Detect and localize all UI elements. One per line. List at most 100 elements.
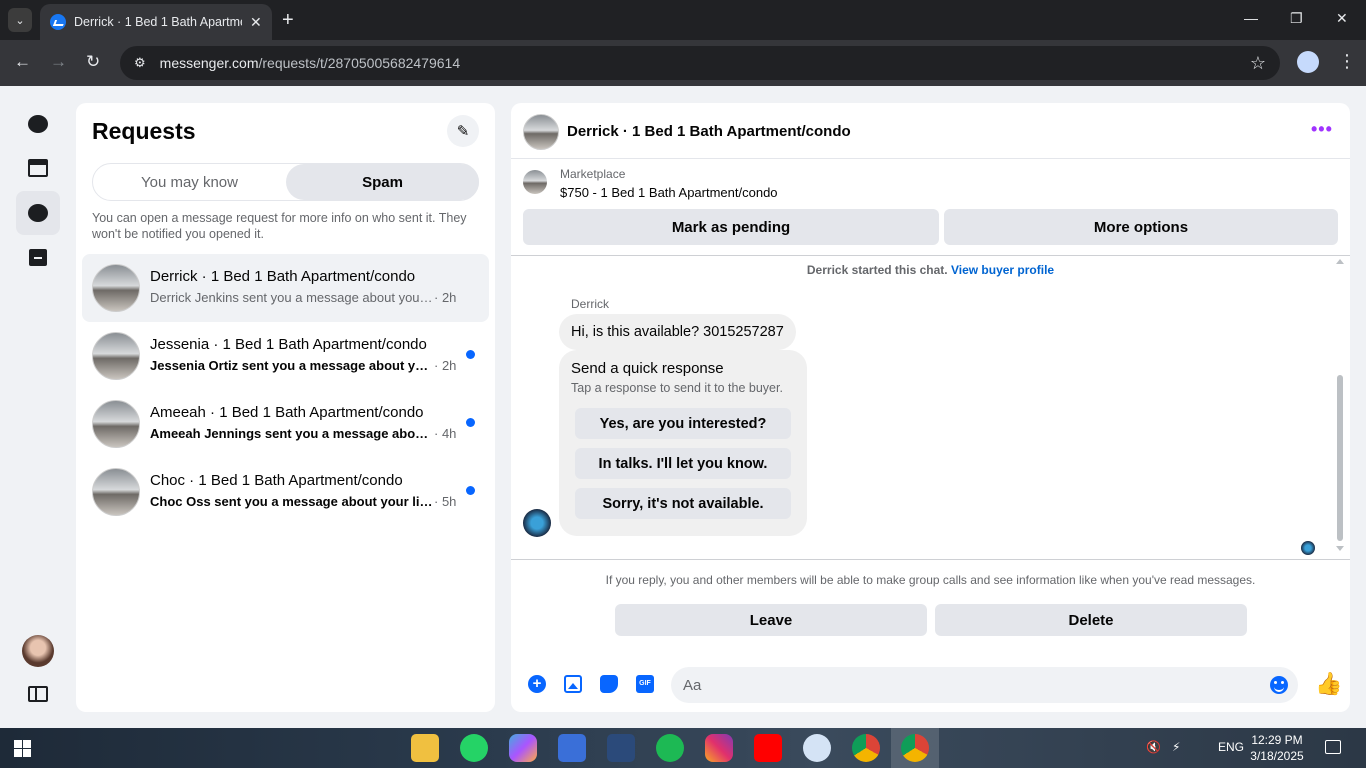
store-icon bbox=[28, 159, 48, 177]
tab-spam[interactable]: Spam bbox=[286, 164, 479, 200]
sidebar-toggle-icon[interactable] bbox=[28, 686, 48, 702]
new-message-button[interactable]: ✎ bbox=[447, 115, 479, 147]
marketplace-label: Marketplace bbox=[560, 167, 626, 181]
quick-reply-button[interactable]: In talks. I'll let you know. bbox=[575, 448, 791, 479]
view-buyer-profile-link[interactable]: View buyer profile bbox=[951, 263, 1054, 277]
bookmark-star-icon[interactable]: ☆ bbox=[1250, 53, 1266, 74]
seen-indicator bbox=[1301, 541, 1315, 555]
requests-nav[interactable] bbox=[16, 191, 60, 235]
network-icon[interactable]: ⚡ bbox=[1172, 740, 1180, 754]
language-indicator[interactable]: ENG bbox=[1218, 740, 1244, 754]
listing-thumbnail bbox=[92, 264, 140, 312]
whatsapp-icon[interactable] bbox=[460, 734, 488, 762]
list-item[interactable]: Derrick · 1 Bed 1 Bath Apartment/condo D… bbox=[82, 254, 489, 322]
gif-icon[interactable]: GIF bbox=[636, 675, 654, 693]
restore-icon[interactable]: ❐ bbox=[1290, 10, 1303, 27]
reload-icon[interactable]: ↻ bbox=[86, 52, 100, 72]
copilot-icon[interactable] bbox=[509, 734, 537, 762]
tab-search-button[interactable]: ⌄ bbox=[8, 8, 32, 32]
scroll-down-icon[interactable] bbox=[1336, 546, 1344, 551]
chat-started-note: Derrick started this chat. View buyer pr… bbox=[511, 263, 1350, 277]
image-icon[interactable] bbox=[564, 675, 582, 693]
request-tabs: You may know Spam bbox=[92, 163, 479, 201]
store-app-icon[interactable] bbox=[558, 734, 586, 762]
sender-name: Derrick bbox=[571, 297, 609, 311]
clock-time: 12:29 PM bbox=[1251, 733, 1303, 747]
archive-nav[interactable] bbox=[16, 235, 60, 279]
left-rail bbox=[0, 86, 76, 728]
chrome-icon[interactable] bbox=[852, 734, 880, 762]
site-info-icon[interactable]: ⚙ bbox=[134, 55, 146, 71]
scrollbar[interactable] bbox=[1333, 255, 1345, 557]
listing-thumbnail bbox=[92, 332, 140, 380]
profile-avatar[interactable] bbox=[1297, 51, 1319, 73]
emoji-icon[interactable] bbox=[1270, 676, 1288, 694]
plus-icon[interactable]: + bbox=[528, 675, 546, 693]
avatar[interactable] bbox=[523, 114, 559, 150]
listing-thumbnail[interactable] bbox=[523, 170, 547, 194]
message-requests-icon bbox=[28, 204, 48, 222]
requests-panel: Requests ✎ You may know Spam You can ope… bbox=[76, 103, 495, 712]
mark-pending-button[interactable]: Mark as pending bbox=[523, 209, 939, 245]
leave-button[interactable]: Leave bbox=[615, 604, 927, 636]
sticker-icon[interactable] bbox=[600, 675, 618, 693]
new-tab-button[interactable]: + bbox=[282, 8, 294, 32]
marketplace-banner: Marketplace $750 - 1 Bed 1 Bath Apartmen… bbox=[511, 160, 1350, 256]
instagram-icon[interactable] bbox=[705, 734, 733, 762]
conversation-time: · 4h bbox=[434, 426, 457, 441]
conversation-snippet: Derrick Jenkins sent you a message about… bbox=[150, 290, 435, 305]
close-tab-icon[interactable]: ✕ bbox=[250, 14, 262, 31]
thumbs-up-icon[interactable]: 👍 bbox=[1315, 673, 1342, 695]
marketplace-nav[interactable] bbox=[16, 146, 60, 190]
scroll-thumb[interactable] bbox=[1337, 375, 1343, 541]
conversation-time: · 5h bbox=[434, 494, 457, 509]
conversation-snippet: Ameeah Jennings sent you a message about… bbox=[150, 426, 435, 441]
taskbar: 🔇 ⚡ ENG 12:29 PM 3/18/2025 bbox=[0, 728, 1366, 768]
file-explorer-icon[interactable] bbox=[411, 734, 439, 762]
chats-nav[interactable] bbox=[16, 102, 60, 146]
volume-icon[interactable]: 🔇 bbox=[1146, 740, 1161, 754]
reply-note: If you reply, you and other members will… bbox=[605, 573, 1256, 587]
photoshop-icon[interactable] bbox=[607, 734, 635, 762]
more-options-button[interactable]: More options bbox=[944, 209, 1338, 245]
quick-response-subtitle: Tap a response to send it to the buyer. bbox=[571, 381, 783, 395]
paint-icon[interactable] bbox=[803, 734, 831, 762]
edit-icon: ✎ bbox=[456, 123, 470, 140]
avatar[interactable] bbox=[22, 635, 54, 667]
composer: + GIF 👍 bbox=[511, 663, 1350, 712]
listing-thumbnail bbox=[92, 468, 140, 516]
more-options-icon[interactable]: ••• bbox=[1311, 119, 1333, 140]
messenger-app: Requests ✎ You may know Spam You can ope… bbox=[0, 86, 1366, 728]
chat-bubble-icon bbox=[28, 115, 48, 133]
avatar bbox=[523, 509, 551, 537]
clock[interactable]: 12:29 PM 3/18/2025 bbox=[1246, 732, 1308, 764]
windows-start-icon[interactable] bbox=[14, 740, 31, 757]
youtube-icon[interactable] bbox=[754, 734, 782, 762]
tab-title: Derrick · 1 Bed 1 Bath Apartment/condo bbox=[74, 15, 242, 29]
chrome-profile-icon[interactable] bbox=[901, 734, 929, 762]
unread-dot bbox=[466, 350, 475, 359]
quick-reply-button[interactable]: Sorry, it's not available. bbox=[575, 488, 791, 519]
list-item[interactable]: Choc · 1 Bed 1 Bath Apartment/condo Choc… bbox=[82, 458, 489, 526]
address-bar[interactable]: ⚙ messenger.com/requests/t/2870500568247… bbox=[120, 46, 1280, 80]
quick-reply-button[interactable]: Yes, are you interested? bbox=[575, 408, 791, 439]
conversation-name: Derrick · 1 Bed 1 Bath Apartment/condo bbox=[150, 268, 416, 285]
list-item[interactable]: Ameeah · 1 Bed 1 Bath Apartment/condo Am… bbox=[82, 390, 489, 458]
listing-thumbnail bbox=[92, 400, 140, 448]
browser-menu-icon[interactable]: ⋮ bbox=[1338, 51, 1356, 72]
message-input[interactable] bbox=[671, 667, 1298, 703]
minimize-icon[interactable]: — bbox=[1244, 10, 1258, 26]
listing-title[interactable]: $750 - 1 Bed 1 Bath Apartment/condo bbox=[560, 185, 778, 200]
forward-icon[interactable]: → bbox=[50, 52, 67, 72]
list-item[interactable]: Jessenia · 1 Bed 1 Bath Apartment/condo … bbox=[82, 322, 489, 390]
notifications-icon[interactable] bbox=[1325, 740, 1341, 754]
chat-title[interactable]: Derrick · 1 Bed 1 Bath Apartment/condo bbox=[567, 123, 851, 140]
scroll-up-icon[interactable] bbox=[1336, 259, 1344, 264]
delete-button[interactable]: Delete bbox=[935, 604, 1247, 636]
conversation-name: Choc · 1 Bed 1 Bath Apartment/condo bbox=[150, 472, 403, 489]
back-icon[interactable]: ← bbox=[14, 52, 31, 72]
close-window-icon[interactable]: ✕ bbox=[1336, 10, 1348, 27]
spotify-icon[interactable] bbox=[656, 734, 684, 762]
browser-tab[interactable]: Derrick · 1 Bed 1 Bath Apartment/condo ✕ bbox=[40, 4, 272, 40]
tab-you-may-know[interactable]: You may know bbox=[93, 164, 286, 200]
